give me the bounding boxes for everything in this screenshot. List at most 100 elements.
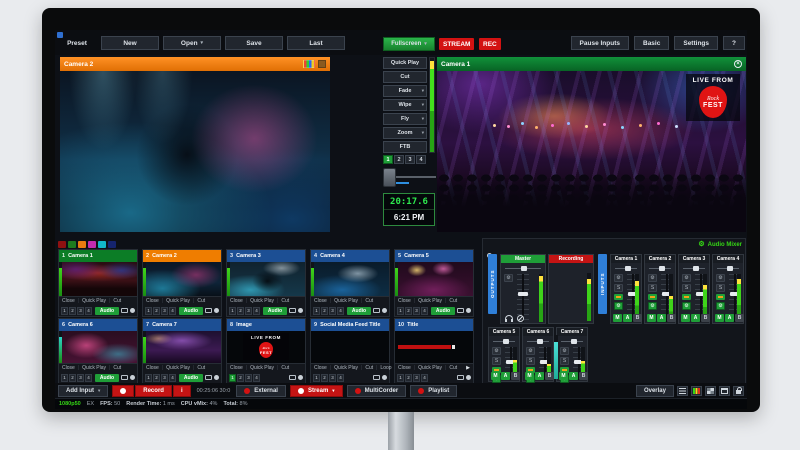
- audio-button[interactable]: Audio: [95, 374, 119, 382]
- input-title-bar[interactable]: 3Camera 3: [227, 250, 305, 262]
- fullscreen-output-icon[interactable]: [457, 308, 464, 313]
- solo-button[interactable]: S: [716, 284, 725, 292]
- program-title-bar[interactable]: Camera 1 ×: [437, 57, 746, 71]
- transition-fly-button[interactable]: Fly▾: [383, 113, 427, 125]
- pan-knob[interactable]: [571, 339, 577, 344]
- bank-4-button[interactable]: 4: [169, 374, 176, 382]
- bank-2-button[interactable]: 2: [153, 307, 160, 315]
- bank-1-button[interactable]: 1: [61, 307, 68, 315]
- pan-knob[interactable]: [727, 266, 733, 271]
- gear-icon[interactable]: ⚙: [682, 274, 691, 282]
- close-button[interactable]: Close: [230, 298, 243, 304]
- bank-1-button[interactable]: 1: [397, 374, 404, 382]
- pan-knob[interactable]: [625, 266, 631, 271]
- inputs-tab[interactable]: INPUTS: [598, 254, 607, 314]
- bank-1-button[interactable]: 1: [313, 374, 320, 382]
- solo-button[interactable]: S: [614, 284, 623, 292]
- bus-b-button[interactable]: B: [701, 314, 710, 322]
- close-button[interactable]: Close: [230, 365, 243, 371]
- bus-a-button[interactable]: A: [725, 314, 734, 322]
- bank-3-button[interactable]: 3: [413, 307, 420, 315]
- bank-1-button[interactable]: 1: [313, 307, 320, 315]
- cut-button[interactable]: Cut: [197, 365, 205, 371]
- input-thumbnail[interactable]: [143, 262, 221, 296]
- close-button[interactable]: Close: [146, 298, 159, 304]
- bank-3-button[interactable]: 3: [329, 307, 336, 315]
- bank-2-button[interactable]: 2: [153, 374, 160, 382]
- fullscreen-output-icon[interactable]: [373, 375, 380, 380]
- cut-button[interactable]: Cut: [281, 298, 289, 304]
- audio-button[interactable]: Audio: [179, 307, 203, 315]
- category-color-tab-6[interactable]: [108, 241, 116, 248]
- bank-2-button[interactable]: 2: [405, 307, 412, 315]
- bus-a-button[interactable]: A: [535, 372, 544, 380]
- bus-m-button[interactable]: M: [559, 372, 568, 380]
- category-color-tab-1[interactable]: [58, 241, 66, 248]
- audio-mixer-header[interactable]: ⚙ Audio Mixer: [698, 241, 742, 248]
- bank-2-button[interactable]: 2: [237, 374, 244, 382]
- toolbar-preset-button[interactable]: Preset: [57, 36, 97, 50]
- pan-knob[interactable]: [693, 266, 699, 271]
- quick-play-button[interactable]: Quick Play: [418, 365, 442, 371]
- input-title-bar[interactable]: 5Camera 5: [395, 250, 473, 262]
- bus-m-button[interactable]: M: [681, 314, 690, 322]
- bank-4-button[interactable]: 4: [337, 374, 344, 382]
- record-dot-button[interactable]: [112, 385, 134, 397]
- multicorder-button[interactable]: MultiCorder: [347, 385, 407, 397]
- bank-1-button[interactable]: 1: [145, 374, 152, 382]
- input-title-bar[interactable]: 4Camera 4: [311, 250, 389, 262]
- bank-3-button[interactable]: 3: [161, 307, 168, 315]
- input-title-bar[interactable]: 6Camera 6: [59, 319, 137, 331]
- gear-icon[interactable]: ⚙: [492, 347, 501, 355]
- category-color-tab-5[interactable]: [98, 241, 106, 248]
- toolbar-settings-button[interactable]: Settings: [674, 36, 718, 50]
- bank-4-button[interactable]: 4: [85, 374, 92, 382]
- pan-slider[interactable]: [649, 264, 671, 272]
- bus-b-button[interactable]: B: [735, 314, 744, 322]
- meter-segment-icon[interactable]: [716, 294, 725, 300]
- audio-button[interactable]: Audio: [263, 307, 287, 315]
- transition-ftb-button[interactable]: FTB: [383, 141, 427, 153]
- mute-icon[interactable]: [517, 315, 524, 322]
- meter-segment-icon[interactable]: [682, 294, 691, 300]
- bank-2-button[interactable]: 2: [321, 374, 328, 382]
- quick-play-button[interactable]: Quick Play: [166, 365, 190, 371]
- fullscreen-output-icon[interactable]: [457, 375, 464, 380]
- transition-bank-2[interactable]: 2: [394, 155, 404, 164]
- input-thumbnail[interactable]: [395, 262, 473, 296]
- input-title-bar[interactable]: 8Image: [227, 319, 305, 331]
- toolbar-help-button[interactable]: ?: [723, 36, 745, 50]
- preview-title-bar[interactable]: Camera 2: [60, 57, 330, 71]
- t-bar-fader[interactable]: [383, 168, 436, 188]
- cut-button[interactable]: Cut: [365, 365, 373, 371]
- quick-play-button[interactable]: Quick Play: [334, 298, 358, 304]
- solo-button[interactable]: S: [492, 357, 501, 365]
- quick-play-button[interactable]: Quick Play: [166, 298, 190, 304]
- fullscreen-output-icon[interactable]: [289, 375, 296, 380]
- input-title-bar[interactable]: 1Camera 1: [59, 250, 137, 262]
- bus-m-button[interactable]: M: [613, 314, 622, 322]
- close-button[interactable]: Close: [314, 298, 327, 304]
- audio-button[interactable]: Audio: [431, 307, 455, 315]
- transition-bank-1[interactable]: 1: [383, 155, 393, 164]
- bank-3-button[interactable]: 3: [161, 374, 168, 382]
- quick-play-button[interactable]: Quick Play: [334, 365, 358, 371]
- bank-2-button[interactable]: 2: [69, 307, 76, 315]
- bus-b-button[interactable]: B: [667, 314, 676, 322]
- fullscreen-output-icon[interactable]: [205, 375, 212, 380]
- gear-icon[interactable]: ⚙: [716, 302, 725, 310]
- audio-button[interactable]: Audio: [179, 374, 203, 382]
- record-dot-icon[interactable]: [382, 308, 387, 313]
- add-input-button[interactable]: Add Input ▾: [58, 385, 108, 397]
- transition-quick-play-button[interactable]: Quick Play: [383, 57, 427, 69]
- program-video[interactable]: LIVE FROM Rock FEST: [437, 71, 746, 232]
- fullscreen-output-icon[interactable]: [121, 308, 128, 313]
- gear-icon[interactable]: ⚙: [648, 274, 657, 282]
- input-title-bar[interactable]: 10Title: [395, 319, 473, 331]
- bus-m-button[interactable]: M: [491, 372, 500, 380]
- solo-button[interactable]: S: [526, 357, 535, 365]
- close-button[interactable]: Close: [398, 298, 411, 304]
- pan-knob[interactable]: [503, 339, 509, 344]
- category-color-tab-2[interactable]: [68, 241, 76, 248]
- t-bar-knob[interactable]: [383, 168, 396, 187]
